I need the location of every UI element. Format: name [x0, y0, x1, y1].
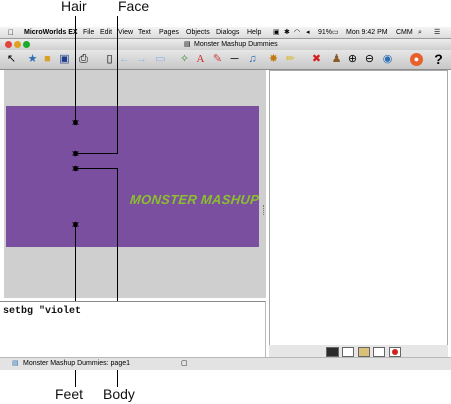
status-bar: ▤ Monster Mashup Dummies: page1 ▢ — [0, 357, 451, 370]
page-resize-handle[interactable] — [263, 205, 267, 215]
monster-mashup-title[interactable]: MONSTER MASHUP — [129, 192, 260, 207]
menu-extras-icon[interactable]: ▣ — [273, 27, 280, 38]
bluetooth-icon[interactable]: ✱ — [284, 27, 290, 38]
project-page[interactable] — [6, 106, 259, 247]
window-title: Monster Mashup Dummies — [194, 41, 278, 48]
wifi-icon[interactable]: ◠ — [294, 27, 300, 38]
menu-text[interactable]: Text — [138, 27, 151, 38]
callout-feet: Feet — [55, 386, 84, 402]
pointer-tool-icon[interactable]: ↖ — [5, 53, 18, 66]
zoom-window-button[interactable] — [23, 41, 30, 48]
menu-view[interactable]: View — [118, 27, 133, 38]
user-name[interactable]: CMM — [396, 27, 413, 38]
ladybug-icon — [392, 349, 398, 355]
tab-project-icon[interactable] — [326, 347, 339, 357]
tab-shapes-icon[interactable] — [358, 347, 370, 357]
toolbar: ↖ ★ ■ ▣ ⎙ ▯ ← → ▭ ✧ A ✎ ─ ♫ ✸ ✏ ✖ ♟ ⊕ ⊖ … — [0, 50, 451, 70]
status-text: Monster Mashup Dummies: page1 — [23, 360, 130, 367]
notification-icon[interactable]: ☰ — [434, 27, 440, 38]
window-title-bar: ▤ Monster Mashup Dummies — [0, 39, 451, 50]
spotlight-icon[interactable]: ⌕ — [418, 27, 422, 38]
command-text[interactable]: setbg "violet — [3, 306, 81, 317]
battery-icon[interactable]: ▭ — [332, 27, 339, 38]
clock[interactable]: Mon 9:42 PM — [346, 27, 388, 38]
presentation-icon[interactable]: ▭ — [154, 53, 167, 66]
help-icon[interactable]: ? — [432, 52, 445, 66]
zoom-out-icon[interactable]: ⊖ — [363, 53, 376, 66]
volume-icon[interactable]: ◂ — [306, 27, 310, 38]
pencil-icon[interactable]: ✎ — [211, 53, 224, 66]
cut-icon[interactable]: ✖ — [310, 53, 323, 66]
command-center[interactable]: setbg "violet — [0, 301, 266, 357]
procedures-panel[interactable] — [269, 70, 448, 346]
tab-procedures-icon[interactable] — [342, 347, 354, 357]
tab-turtle-icon[interactable] — [373, 347, 385, 357]
close-window-button[interactable] — [5, 41, 12, 48]
save-icon[interactable]: ▣ — [58, 53, 71, 66]
menu-file[interactable]: File — [83, 27, 94, 38]
callout-hair: Hair — [61, 0, 87, 14]
text-box-icon[interactable]: A — [194, 53, 207, 66]
minimize-window-button[interactable] — [14, 41, 21, 48]
stamp-icon[interactable]: ♟ — [330, 53, 343, 66]
zoom-in-icon[interactable]: ⊕ — [346, 53, 359, 66]
stop-icon[interactable]: ● — [410, 53, 423, 66]
leader-face-vertical — [117, 16, 118, 154]
hatch-turtle-icon[interactable]: ✧ — [178, 53, 191, 66]
tab-ladybug-icon[interactable] — [389, 347, 401, 357]
menu-dialogs[interactable]: Dialogs — [216, 27, 239, 38]
eye-icon[interactable]: ◉ — [381, 53, 394, 66]
menu-bar:  MicroWorlds EX File Edit View Text Pag… — [0, 27, 451, 39]
forward-arrow-icon[interactable]: → — [135, 53, 148, 66]
menu-help[interactable]: Help — [247, 27, 261, 38]
menu-app-name[interactable]: MicroWorlds EX — [24, 27, 78, 38]
print-icon[interactable]: ⎙ — [77, 53, 90, 66]
panel-tabs — [269, 345, 448, 357]
apple-icon[interactable]:  — [8, 27, 14, 38]
menu-objects[interactable]: Objects — [186, 27, 210, 38]
battery-status[interactable]: 91% — [318, 27, 332, 38]
document-icon: ▤ — [184, 41, 191, 48]
page-tab-icon[interactable]: ▢ — [181, 358, 188, 370]
callout-body: Body — [103, 386, 135, 402]
open-folder-icon[interactable]: ■ — [41, 53, 54, 66]
project-icon: ▤ — [12, 360, 19, 367]
leader-body-horizontal — [76, 168, 118, 169]
new-project-icon[interactable]: ★ — [26, 53, 39, 66]
menu-edit[interactable]: Edit — [100, 27, 112, 38]
slider-tool-icon[interactable]: ─ — [228, 53, 241, 66]
turtle-icon[interactable]: ✸ — [267, 53, 280, 66]
paint-brush-icon[interactable]: ✏ — [284, 53, 297, 66]
new-page-icon[interactable]: ▯ — [103, 53, 116, 66]
menu-pages[interactable]: Pages — [159, 27, 179, 38]
leader-hair — [75, 16, 76, 122]
leader-face-horizontal — [76, 153, 118, 154]
music-icon[interactable]: ♫ — [246, 53, 259, 66]
back-arrow-icon[interactable]: ← — [118, 53, 131, 66]
callout-face: Face — [118, 0, 150, 14]
